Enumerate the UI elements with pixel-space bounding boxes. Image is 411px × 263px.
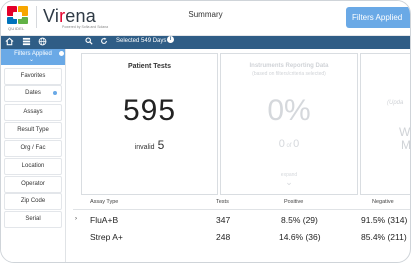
cell-assay: FluA+B: [90, 215, 119, 225]
cell-negative: 91.5% (314): [361, 215, 408, 225]
sidebar-item-result-type[interactable]: Result Type: [4, 122, 62, 139]
patient-tests-value: 595: [122, 94, 177, 127]
applied-indicator-dot: [58, 50, 65, 57]
third-card-line1: We: [399, 125, 411, 139]
sidebar-item-serial[interactable]: Serial: [4, 211, 62, 228]
sidebar-item-location[interactable]: Location: [4, 158, 62, 175]
filter-sidebar: Filters Applied ⌄ Favorites Dates Assays…: [1, 49, 66, 262]
refresh-icon[interactable]: [98, 37, 109, 48]
caret-right-icon[interactable]: ›: [75, 216, 77, 222]
cell-assay: Strep A+: [90, 232, 123, 242]
selected-days-text: Selected 549 Days: [116, 38, 167, 44]
app-tagline: Powered by Sofia and Solana: [62, 25, 109, 29]
col-header-tests[interactable]: Tests: [216, 199, 229, 205]
col-header-positive[interactable]: Positive: [284, 199, 303, 205]
third-card-line2: My: [401, 138, 411, 152]
cell-positive: 8.5% (29): [281, 215, 318, 225]
sidebar-item-operator[interactable]: Operator: [4, 176, 62, 193]
instruments-reporting-card[interactable]: Instruments Reporting Data (based on fil…: [220, 53, 358, 195]
search-icon[interactable]: [83, 37, 94, 48]
sidebar-item-favorites[interactable]: Favorites: [4, 68, 62, 85]
cell-negative: 85.4% (211): [361, 232, 407, 242]
sidebar-item-org-fac[interactable]: Org / Fac: [4, 140, 62, 157]
cell-positive: 14.6% (36): [279, 232, 321, 242]
globe-icon[interactable]: [37, 37, 48, 48]
cell-tests: 347: [216, 215, 231, 225]
updated-label: (Upda: [387, 100, 404, 106]
patient-tests-card[interactable]: Patient Tests 595 invalid 5: [81, 53, 218, 195]
sidebar-item-assays[interactable]: Assays: [4, 104, 62, 121]
app-window: QUIDEL Virena Powered by Sofia and Solan…: [0, 0, 411, 263]
sidebar-item-zip-code[interactable]: Zip Code: [4, 193, 62, 210]
toolbar: Selected 549 Days i: [1, 36, 410, 49]
invalid-count: invalid 5: [134, 138, 165, 152]
instruments-title: Instruments Reporting Data: [249, 63, 329, 69]
chevron-down-icon: ⌄: [29, 57, 35, 63]
chevron-down-icon[interactable]: ⌄: [221, 177, 357, 188]
active-filter-dot: [53, 91, 57, 95]
instruments-percent: 0%: [267, 94, 311, 127]
app-header: QUIDEL Virena Powered by Sofia and Solan…: [1, 1, 410, 36]
info-icon[interactable]: i: [167, 36, 174, 43]
col-header-assay[interactable]: Assay Type: [90, 199, 118, 205]
logo-brand-text: QUIDEL: [8, 26, 25, 31]
table-row[interactable]: › FluA+B 347 8.5% (29) 91.5% (314): [65, 215, 410, 229]
sidebar-filters-applied[interactable]: Filters Applied ⌄: [1, 49, 65, 65]
instruments-subtitle: (based on filters/criteria selected): [252, 71, 326, 77]
sidebar-item-dates[interactable]: Dates: [4, 85, 62, 102]
patient-tests-title: Patient Tests: [127, 63, 172, 70]
col-header-negative[interactable]: Negative: [372, 199, 394, 205]
home-icon[interactable]: [4, 37, 15, 48]
grid-icon[interactable]: [21, 37, 32, 48]
third-card[interactable]: (Upda We My: [360, 53, 411, 195]
cell-tests: 248: [216, 232, 231, 242]
filters-applied-button[interactable]: Filters Applied: [346, 7, 410, 28]
header-divider-line: [73, 209, 410, 210]
instruments-count: 0 of 0: [278, 138, 300, 150]
table-row[interactable]: Strep A+ 248 14.6% (36) 85.4% (211): [65, 232, 410, 246]
